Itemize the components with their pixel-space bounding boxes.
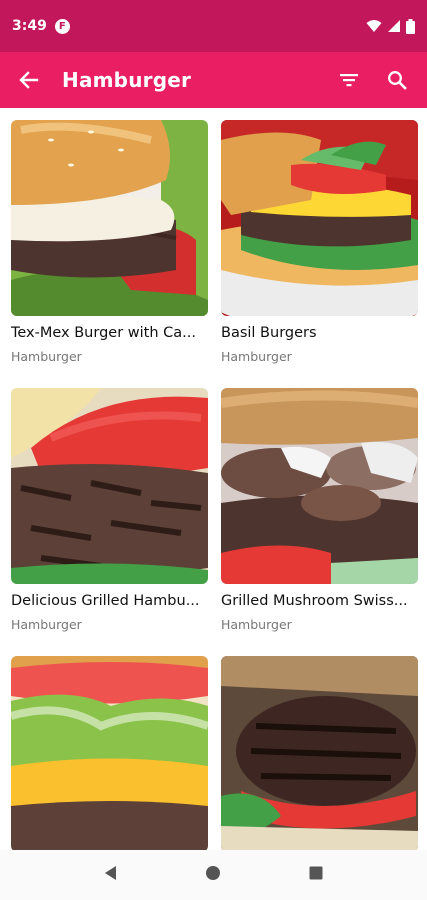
recipe-category: Hamburger bbox=[11, 349, 82, 364]
recipe-category: Hamburger bbox=[221, 617, 292, 632]
recipe-image bbox=[221, 388, 418, 584]
app-bar: Hamburger bbox=[0, 52, 427, 108]
signal-icon bbox=[388, 20, 400, 32]
status-bar: 3:49 F bbox=[0, 0, 427, 52]
recipe-title: Basil Burgers bbox=[221, 325, 317, 341]
recipe-category: Hamburger bbox=[11, 617, 82, 632]
square-recents-icon bbox=[309, 866, 323, 880]
search-icon bbox=[388, 71, 407, 90]
recipe-image bbox=[11, 120, 208, 316]
wifi-icon bbox=[366, 20, 382, 32]
recipe-image bbox=[11, 656, 208, 850]
circle-home-icon bbox=[206, 866, 221, 880]
filter-icon bbox=[340, 74, 358, 87]
recipe-title: Grilled Mushroom Swiss... bbox=[221, 593, 408, 609]
nav-recents-button[interactable] bbox=[308, 865, 324, 885]
recipe-image bbox=[11, 388, 208, 584]
recipe-card[interactable]: Grilled Mushroom Swiss... Hamburger bbox=[221, 388, 418, 632]
recipe-title: Tex-Mex Burger with Ca... bbox=[11, 325, 196, 341]
recipe-card[interactable]: Tex-Mex Burger with Ca... Hamburger bbox=[11, 120, 208, 364]
recipe-card[interactable] bbox=[221, 656, 418, 850]
recipe-image bbox=[221, 656, 418, 850]
nav-back-button[interactable] bbox=[103, 865, 119, 885]
recipe-title: Delicious Grilled Hambu... bbox=[11, 593, 200, 609]
recipe-grid: Tex-Mex Burger with Ca... Hamburger Basi… bbox=[0, 108, 427, 850]
battery-icon bbox=[406, 18, 415, 34]
triangle-back-icon bbox=[105, 866, 117, 880]
nav-home-button[interactable] bbox=[205, 865, 221, 885]
status-icons bbox=[366, 18, 415, 34]
search-button[interactable] bbox=[373, 52, 421, 108]
recipe-card[interactable]: Delicious Grilled Hambu... Hamburger bbox=[11, 388, 208, 632]
app-notification-icon: F bbox=[54, 18, 70, 34]
recipe-category: Hamburger bbox=[221, 349, 292, 364]
recipe-card[interactable] bbox=[11, 656, 208, 850]
arrow-back-icon bbox=[19, 71, 39, 89]
status-time: 3:49 bbox=[12, 18, 47, 34]
filter-button[interactable] bbox=[325, 52, 373, 108]
system-nav-bar bbox=[0, 850, 427, 900]
back-button[interactable] bbox=[0, 52, 58, 108]
recipe-image bbox=[221, 120, 418, 316]
recipe-card[interactable]: Basil Burgers Hamburger bbox=[221, 120, 418, 364]
page-title: Hamburger bbox=[62, 68, 192, 92]
